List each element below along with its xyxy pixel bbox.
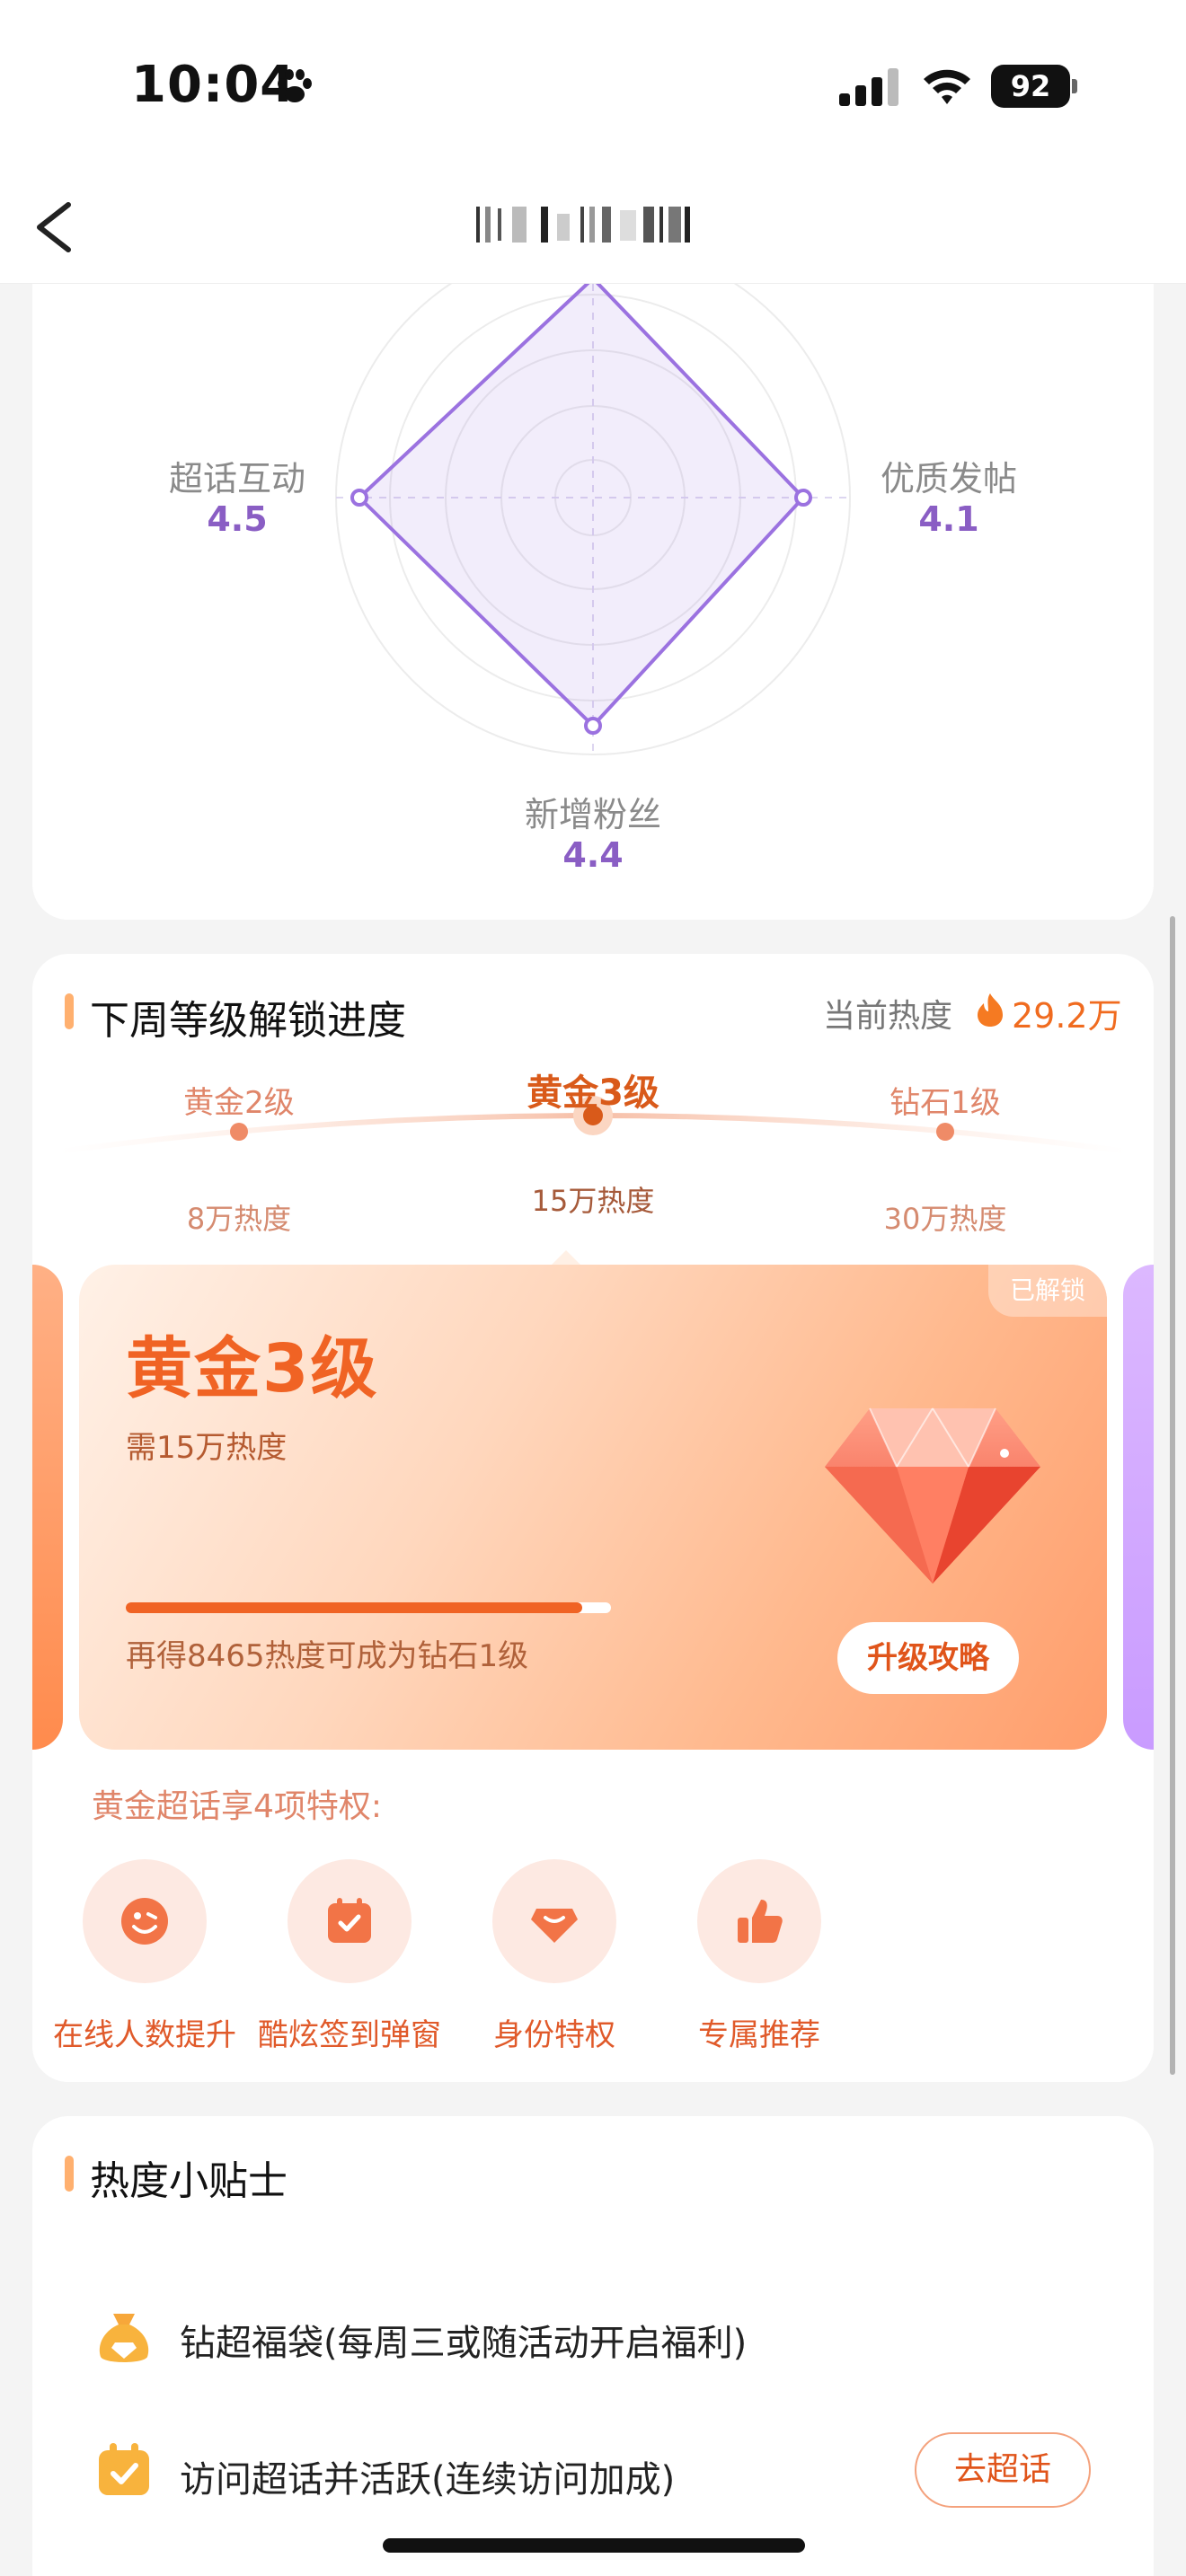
paw-icon <box>278 69 312 102</box>
radar-axis-value-fans: 4.4 <box>562 835 624 875</box>
battery-level: 92 <box>991 65 1070 108</box>
level-heat-next: 30万热度 <box>883 1202 1007 1236</box>
privilege-recommend[interactable]: 专属推荐 <box>656 1859 863 2053</box>
radar-axis-label-posts: 优质发帖 <box>880 459 1017 498</box>
status-time: 10:04 <box>131 56 296 114</box>
thumbs-up-icon <box>738 1900 783 1943</box>
level-name-next[interactable]: 钻石1级 <box>828 1078 1062 1122</box>
level-panel-title: 黄金3级 <box>126 1330 379 1407</box>
tip-lucky-bag-text: 钻超福袋(每周三或随活动开启福利) <box>180 2323 748 2364</box>
heat-tips-card: 热度小贴士 钻超福袋(每周三或随活动开启福利) 访问超话并活跃(连续访问加成) … <box>32 2116 1154 2576</box>
radar-point <box>350 489 368 507</box>
next-level-card-peek[interactable] <box>1123 1265 1154 1750</box>
privilege-label: 在线人数提升 <box>53 2017 236 2053</box>
tip-visit-text: 访问超话并活跃(连续访问加成) <box>180 2459 676 2501</box>
prev-level-card-peek[interactable] <box>32 1265 63 1750</box>
flame-icon <box>978 993 1003 1027</box>
privilege-icon-bg <box>83 1859 207 1983</box>
level-progress-bar <box>126 1602 611 1613</box>
battery-indicator: 92 <box>991 65 1077 108</box>
level-name-current[interactable]: 黄金3级 <box>476 1063 710 1116</box>
radar-axis-label-fans: 新增粉丝 <box>524 795 661 834</box>
radar-card: 超话互动 4.5 优质发帖 4.1 新增粉丝 4.4 <box>32 284 1154 920</box>
privilege-checkin-popup[interactable]: 酷炫签到弹窗 <box>246 1859 453 2053</box>
radar-shape <box>358 284 805 728</box>
privilege-identity[interactable]: 身份特权 <box>451 1859 658 2053</box>
signal-icon <box>839 68 898 106</box>
lucky-bag-icon <box>99 2314 149 2362</box>
privilege-label: 专属推荐 <box>698 2017 820 2053</box>
privilege-icon-bg <box>697 1859 821 1983</box>
level-heat-current: 15万热度 <box>531 1184 655 1218</box>
diamond-badge-icon <box>531 1909 578 1943</box>
unlocked-badge: 已解锁 <box>988 1265 1107 1317</box>
level-panel-requirement: 需15万热度 <box>126 1430 288 1466</box>
level-progress-card: 下周等级解锁进度 当前热度 29.2万 黄金2级 8万热度 黄金3级 15万热度… <box>32 954 1154 2082</box>
radar-axis-label-interaction: 超话互动 <box>168 459 305 498</box>
battery-cap <box>1072 79 1077 93</box>
nav-title-blurred <box>476 207 690 243</box>
radar-axis-value-interaction: 4.5 <box>207 499 268 539</box>
radar-axis-value-posts: 4.1 <box>918 499 979 539</box>
timeline-dot <box>230 1123 248 1141</box>
privilege-title: 黄金超话享4项特权: <box>92 1788 383 1825</box>
current-heat-label: 当前热度 <box>823 998 953 1035</box>
level-name-prev[interactable]: 黄金2级 <box>122 1078 356 1122</box>
calendar-check-icon <box>328 1898 371 1943</box>
timeline-dot <box>936 1123 954 1141</box>
current-heat-value: 29.2万 <box>1012 996 1122 1036</box>
nav-bar <box>0 171 1186 284</box>
privilege-online-boost[interactable]: 在线人数提升 <box>41 1859 248 2053</box>
section-accent-bar <box>65 993 74 1029</box>
privilege-icon-bg <box>492 1859 616 1983</box>
radar-point <box>794 489 812 507</box>
diamond-gem-icon <box>825 1407 1040 1584</box>
level-heat-prev: 8万热度 <box>186 1202 292 1236</box>
section-accent-bar <box>65 2156 74 2192</box>
current-level-panel: 已解锁 黄金3级 需15万热度 再得8465热度可成为钻石1级 升级攻略 <box>79 1265 1107 1750</box>
smile-icon <box>121 1898 168 1945</box>
goto-supertopic-button[interactable]: 去超话 <box>915 2432 1091 2508</box>
privilege-label: 酷炫签到弹窗 <box>258 2017 441 2053</box>
scrollbar[interactable] <box>1170 916 1175 2075</box>
calendar-check-icon <box>99 2443 149 2495</box>
radar-point <box>584 717 602 735</box>
tips-section-title: 热度小贴士 <box>90 2158 288 2204</box>
level-progress-hint: 再得8465热度可成为钻石1级 <box>126 1638 529 1674</box>
privilege-icon-bg <box>288 1859 412 1983</box>
upgrade-guide-button[interactable]: 升级攻略 <box>837 1622 1019 1694</box>
level-section-title: 下周等级解锁进度 <box>90 998 406 1044</box>
privilege-label: 身份特权 <box>493 2017 615 2053</box>
status-bar: 10:04 92 <box>0 0 1186 171</box>
wifi-icon <box>924 69 970 104</box>
home-indicator[interactable] <box>383 2538 805 2553</box>
back-arrow-icon[interactable] <box>27 196 86 259</box>
level-progress-fill <box>126 1602 582 1613</box>
